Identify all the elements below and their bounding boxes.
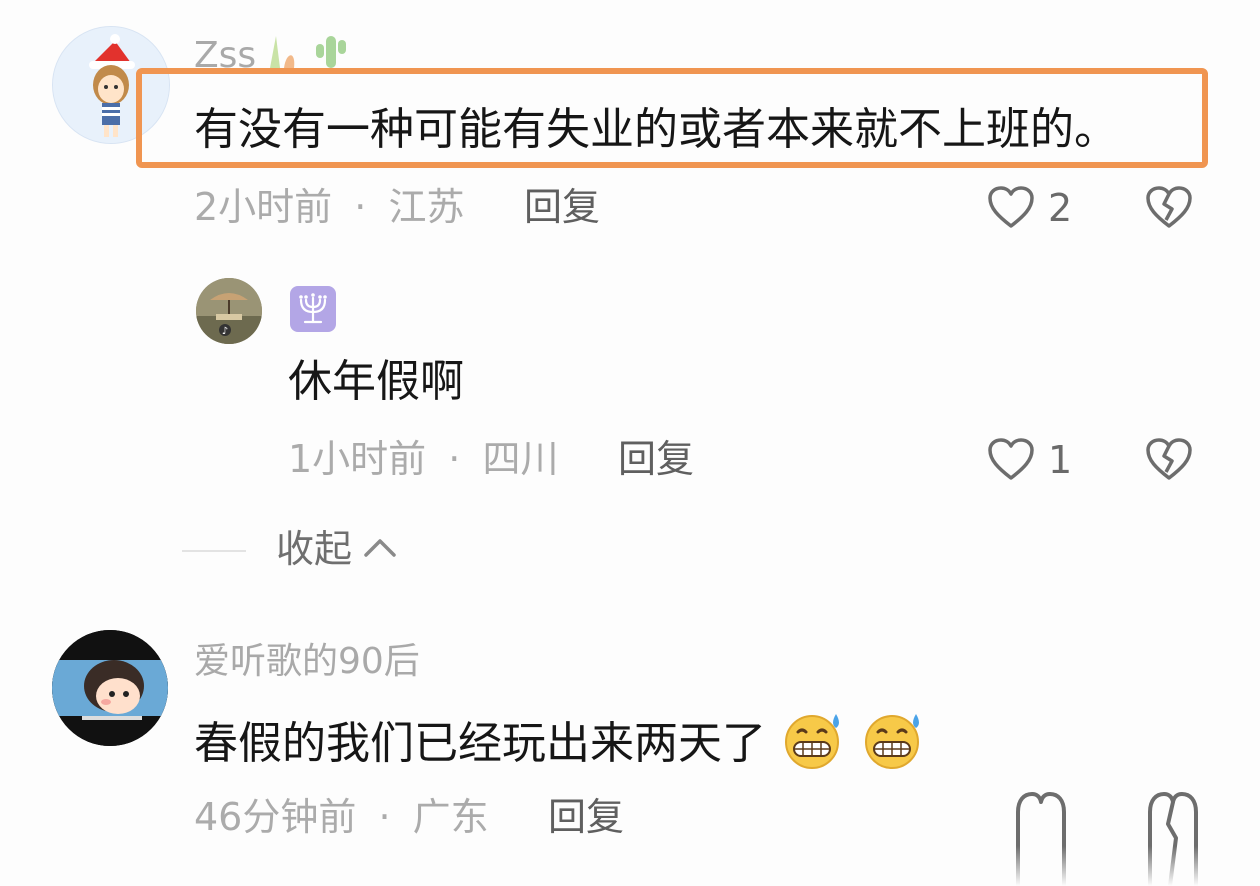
- comment-meta: 46分钟前 · 广东: [194, 798, 489, 836]
- reply-button[interactable]: 回复: [618, 440, 694, 478]
- comment-text: 春假的我们已经玩出来两天了: [194, 712, 926, 770]
- comment-meta: 2小时前 · 江苏: [194, 188, 464, 226]
- chevron-up-icon: [364, 539, 396, 557]
- like-button[interactable]: 1: [986, 436, 1078, 484]
- comment-time: 46分钟前: [194, 795, 357, 839]
- avatar[interactable]: [52, 630, 168, 746]
- avatar[interactable]: ♪: [196, 278, 262, 344]
- comment-location: 江苏: [388, 185, 465, 229]
- menorah-badge-icon: [290, 286, 336, 332]
- meta-separator: ·: [448, 437, 461, 481]
- grimacing-sweat-emoji: [785, 714, 839, 769]
- reply-button[interactable]: 回复: [548, 798, 624, 836]
- like-count: 1: [1048, 438, 1073, 482]
- like-button[interactable]: 2: [986, 184, 1078, 232]
- cactus-decoration-icon: [270, 36, 346, 68]
- broken-heart-icon: [1146, 438, 1192, 480]
- meta-separator: ·: [354, 185, 367, 229]
- dislike-button[interactable]: [1144, 436, 1196, 484]
- comment-text: 有没有一种可能有失业的或者本来就不上班的。: [194, 104, 1118, 155]
- comment-text: 休年假啊: [288, 356, 464, 407]
- comment-location: 四川: [482, 437, 559, 481]
- broken-heart-icon: [1146, 186, 1192, 228]
- like-count: 2: [1048, 186, 1073, 230]
- avatar-image: ♪: [196, 278, 262, 344]
- collapse-divider: [182, 550, 246, 552]
- collapse-button[interactable]: 收起: [276, 530, 397, 574]
- avatar-image: [52, 630, 168, 746]
- username[interactable]: 爱听歌的90后: [194, 644, 420, 680]
- comment-time: 2小时前: [194, 185, 333, 229]
- meta-separator: ·: [378, 795, 391, 839]
- comment-time: 1小时前: [288, 437, 427, 481]
- bottom-fade: [0, 846, 1260, 886]
- reply-button[interactable]: 回复: [524, 188, 600, 226]
- collapse-label: 收起: [276, 527, 353, 571]
- heart-outline-icon: [988, 438, 1034, 480]
- svg-text:♪: ♪: [222, 326, 228, 337]
- grimacing-sweat-emoji: [865, 714, 919, 769]
- heart-outline-icon: [988, 186, 1034, 228]
- comment-text-content: 春假的我们已经玩出来两天了: [194, 718, 766, 769]
- dislike-button[interactable]: [1144, 184, 1196, 232]
- comment-meta: 1小时前 · 四川: [288, 440, 558, 478]
- comment-location: 广东: [412, 795, 489, 839]
